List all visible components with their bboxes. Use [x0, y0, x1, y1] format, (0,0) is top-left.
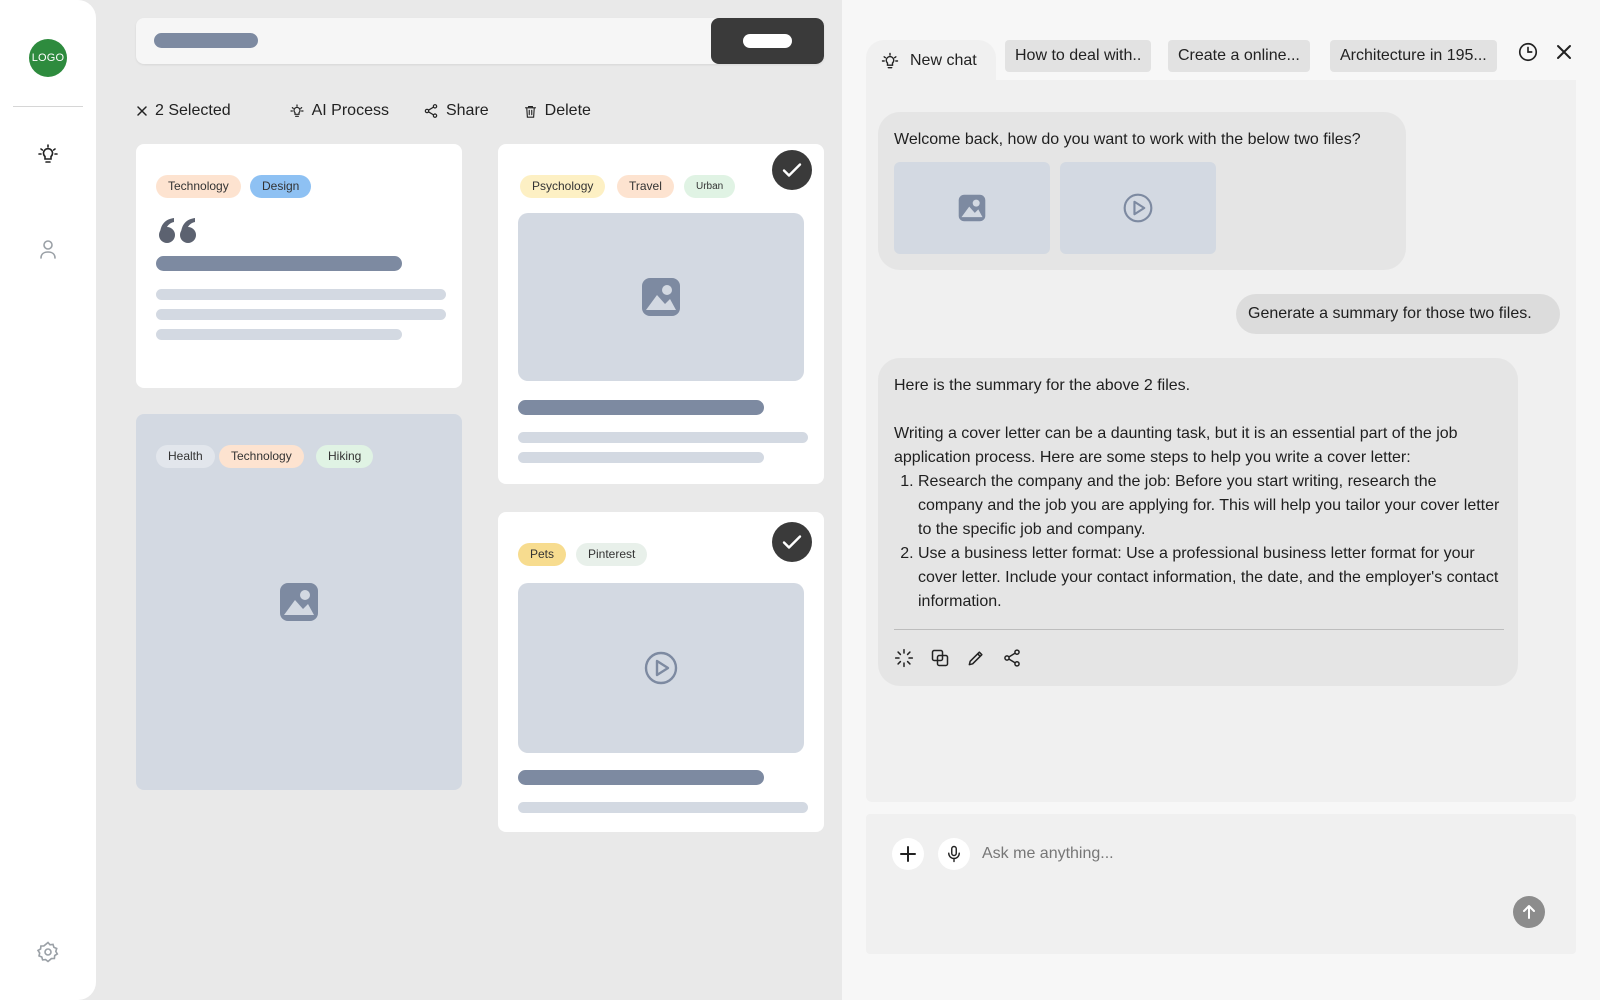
check-icon	[782, 535, 802, 549]
bulb-icon	[881, 52, 899, 69]
plus-icon	[900, 846, 916, 862]
skeleton-title	[518, 400, 764, 415]
search-bar[interactable]	[136, 18, 824, 64]
delete-button[interactable]: Delete	[523, 102, 591, 120]
message-composer	[866, 814, 1576, 954]
file-thumbnail-video[interactable]	[1060, 162, 1216, 254]
bulb-icon[interactable]	[35, 141, 61, 167]
attach-button[interactable]	[892, 838, 924, 870]
ai-process-button[interactable]: AI Process	[289, 102, 389, 120]
ai-process-label: AI Process	[311, 102, 389, 119]
check-icon	[782, 163, 802, 177]
tab-chat-history-3[interactable]: Architecture in 195...	[1330, 40, 1497, 72]
image-placeholder	[518, 213, 804, 381]
play-icon	[644, 651, 678, 685]
quote-icon	[158, 216, 198, 246]
share-label: Share	[445, 102, 489, 119]
tag[interactable]: Pets	[518, 543, 567, 566]
copy-icon[interactable]	[930, 648, 950, 668]
tag[interactable]: Technology	[156, 175, 241, 198]
response-divider	[894, 629, 1504, 630]
selected-count: 2 Selected	[155, 102, 231, 119]
response-toolbar	[894, 648, 1022, 668]
content-card[interactable]: Health Technology Hiking	[136, 414, 462, 790]
user-message: Generate a summary for those two files.	[1236, 294, 1560, 334]
share-button[interactable]: Share	[423, 102, 489, 120]
tag[interactable]: Travel	[617, 175, 674, 198]
tab-chat-history-1[interactable]: How to deal with..	[1005, 40, 1152, 72]
logo: LOGO	[29, 39, 67, 77]
voice-input-button[interactable]	[938, 838, 970, 870]
image-icon	[958, 194, 986, 222]
sidebar-divider	[13, 106, 83, 107]
play-icon	[1123, 193, 1153, 223]
history-icon[interactable]	[1516, 40, 1540, 64]
tab-chat-history-2[interactable]: Create a online...	[1168, 40, 1310, 72]
content-card[interactable]: Technology Design	[136, 144, 462, 388]
video-placeholder	[518, 583, 804, 753]
microphone-icon	[948, 845, 960, 863]
search-button-pill	[743, 34, 792, 48]
bulb-icon	[290, 104, 304, 117]
search-placeholder-pill	[154, 33, 258, 48]
share-icon[interactable]	[1002, 648, 1022, 668]
tag[interactable]: Health	[156, 445, 215, 468]
list-item: Use a business letter format: Use a prof…	[918, 542, 1502, 614]
tag[interactable]: Design	[250, 175, 312, 198]
user-icon[interactable]	[35, 236, 61, 262]
settings-icon[interactable]	[35, 939, 61, 965]
image-icon	[642, 278, 680, 316]
skeleton-title	[156, 256, 402, 271]
response-paragraph: Writing a cover letter can be a daunting…	[894, 425, 1458, 466]
regenerate-icon[interactable]	[894, 648, 914, 668]
response-intro: Here is the summary for the above 2 file…	[894, 377, 1191, 394]
tag[interactable]: Pinterest	[576, 543, 648, 566]
skeleton-line	[518, 802, 808, 813]
sidebar: LOGO	[0, 0, 96, 1000]
assistant-response-text: Here is the summary for the above 2 file…	[894, 374, 1502, 614]
trash-icon	[524, 105, 536, 118]
skeleton-line	[156, 289, 446, 300]
skeleton-line	[518, 452, 764, 463]
close-panel-icon[interactable]	[1552, 40, 1576, 64]
content-card[interactable]: Psychology Travel Urban	[498, 144, 824, 484]
skeleton-line	[156, 309, 446, 320]
clear-selection-button[interactable]: 2 Selected	[136, 102, 231, 120]
content-card[interactable]: Pets Pinterest	[498, 512, 824, 832]
selected-check-badge[interactable]	[772, 150, 812, 190]
tab-new-chat[interactable]: New chat	[866, 40, 996, 82]
tag[interactable]: Psychology	[520, 175, 606, 198]
search-button[interactable]	[711, 18, 824, 64]
send-button[interactable]	[1513, 896, 1545, 928]
tag[interactable]: Technology	[219, 445, 304, 468]
response-steps: Research the company and the job: Before…	[894, 470, 1502, 614]
selected-check-badge[interactable]	[772, 522, 812, 562]
chat-input[interactable]	[982, 840, 1482, 868]
image-icon	[279, 582, 319, 622]
delete-label: Delete	[544, 102, 591, 119]
edit-icon[interactable]	[966, 648, 986, 668]
tab-label: New chat	[910, 52, 977, 69]
arrow-up-icon	[1523, 905, 1535, 919]
list-item: Research the company and the job: Before…	[918, 470, 1502, 542]
selection-action-bar: 2 Selected AI Process Share Delete	[136, 99, 625, 123]
close-icon	[137, 106, 147, 116]
skeleton-line	[156, 329, 402, 340]
tag[interactable]: Urban	[684, 175, 736, 198]
tag[interactable]: Hiking	[316, 445, 374, 468]
file-thumbnail-image[interactable]	[894, 162, 1050, 254]
skeleton-line	[518, 432, 808, 443]
welcome-text: Welcome back, how do you want to work wi…	[894, 131, 1361, 148]
share-icon	[424, 104, 438, 118]
skeleton-title	[518, 770, 764, 785]
